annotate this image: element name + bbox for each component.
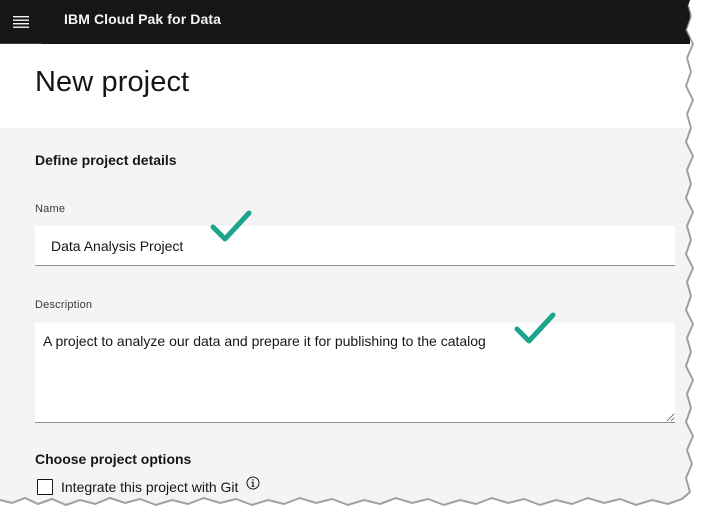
project-name-input[interactable]: [35, 226, 675, 266]
checkmark-icon: [514, 311, 556, 350]
product-name[interactable]: IBM Cloud Pak for Data: [64, 11, 221, 27]
description-field-label: Description: [35, 299, 93, 311]
project-description-textarea[interactable]: A project to analyze our data and prepar…: [35, 323, 675, 423]
hamburger-menu-button[interactable]: [0, 0, 42, 44]
git-integration-option[interactable]: Integrate this project with Git: [37, 476, 260, 496]
choose-project-options-heading: Choose project options: [35, 451, 192, 467]
page-title: New project: [35, 66, 190, 98]
information-icon[interactable]: [246, 476, 260, 495]
git-integration-checkbox[interactable]: [37, 479, 53, 495]
git-integration-label: Integrate this project with Git: [61, 479, 239, 495]
name-field-label: Name: [35, 203, 66, 215]
define-project-details-heading: Define project details: [35, 152, 177, 168]
page-title-area: New project: [0, 44, 690, 128]
checkmark-icon: [210, 209, 252, 248]
hamburger-menu-icon: [13, 15, 29, 28]
top-header-bar: IBM Cloud Pak for Data: [0, 0, 690, 44]
project-details-form: Define project details Name Description …: [0, 128, 690, 516]
